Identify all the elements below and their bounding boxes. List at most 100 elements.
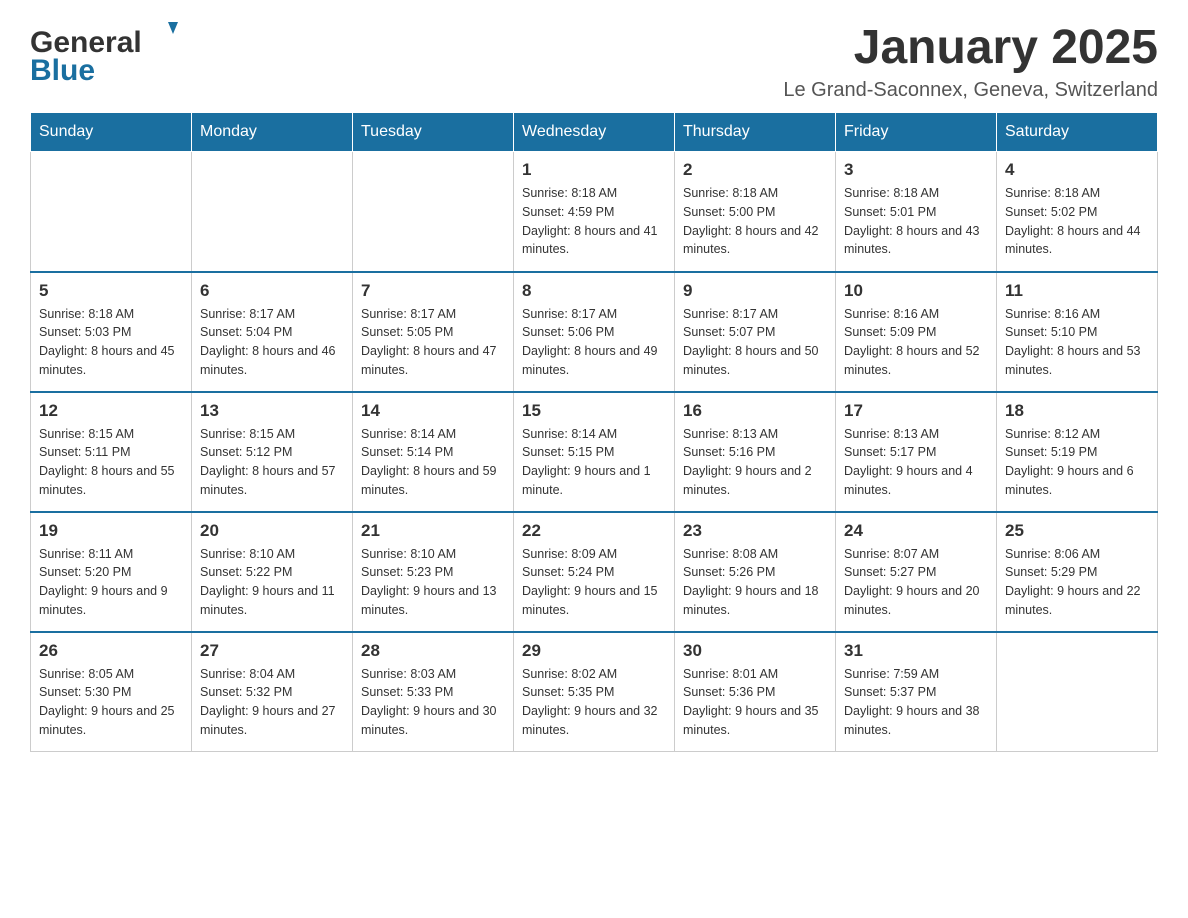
day-info: Sunrise: 8:18 AMSunset: 5:03 PMDaylight:… [39,305,183,380]
day-number: 29 [522,641,666,661]
day-info: Sunrise: 8:13 AMSunset: 5:17 PMDaylight:… [844,425,988,500]
table-row: 29 Sunrise: 8:02 AMSunset: 5:35 PMDayligh… [514,632,675,752]
day-info: Sunrise: 8:11 AMSunset: 5:20 PMDaylight:… [39,545,183,620]
month-title: January 2025 [783,20,1158,75]
day-number: 30 [683,641,827,661]
day-number: 8 [522,281,666,301]
day-info: Sunrise: 8:05 AMSunset: 5:30 PMDaylight:… [39,665,183,740]
day-number: 23 [683,521,827,541]
day-number: 7 [361,281,505,301]
day-info: Sunrise: 8:18 AMSunset: 4:59 PMDaylight:… [522,184,666,259]
table-row: 1 Sunrise: 8:18 AMSunset: 4:59 PMDaylight… [514,152,675,272]
day-info: Sunrise: 8:17 AMSunset: 5:05 PMDaylight:… [361,305,505,380]
day-number: 5 [39,281,183,301]
day-info: Sunrise: 8:04 AMSunset: 5:32 PMDaylight:… [200,665,344,740]
day-number: 31 [844,641,988,661]
day-info: Sunrise: 8:13 AMSunset: 5:16 PMDaylight:… [683,425,827,500]
day-info: Sunrise: 8:01 AMSunset: 5:36 PMDaylight:… [683,665,827,740]
day-number: 16 [683,401,827,421]
day-number: 13 [200,401,344,421]
calendar-week-3: 12 Sunrise: 8:15 AMSunset: 5:11 PMDayligh… [31,392,1158,512]
day-number: 18 [1005,401,1149,421]
table-row: 18 Sunrise: 8:12 AMSunset: 5:19 PMDayligh… [997,392,1158,512]
table-row: 23Sunrise: 8:08 AMSunset: 5:26 PMDayligh… [675,512,836,632]
col-friday: Friday [836,113,997,152]
day-number: 28 [361,641,505,661]
day-number: 9 [683,281,827,301]
title-section: January 2025 Le Grand-Saconnex, Geneva, … [783,20,1158,102]
calendar-week-4: 19 Sunrise: 8:11 AMSunset: 5:20 PMDayligh… [31,512,1158,632]
table-row [997,632,1158,752]
day-number: 22 [522,521,666,541]
day-number: 1 [522,160,666,180]
day-number: 17 [844,401,988,421]
table-row: 8 Sunrise: 8:17 AMSunset: 5:06 PMDaylight… [514,272,675,392]
table-row: 13 Sunrise: 8:15 AMSunset: 5:12 PMDayligh… [192,392,353,512]
logo: General Blue [30,20,190,90]
day-info: Sunrise: 8:02 AMSunset: 5:35 PMDaylight:… [522,665,666,740]
day-number: 24 [844,521,988,541]
col-sunday: Sunday [31,113,192,152]
table-row: 12 Sunrise: 8:15 AMSunset: 5:11 PMDayligh… [31,392,192,512]
table-row: 5 Sunrise: 8:18 AMSunset: 5:03 PMDaylight… [31,272,192,392]
day-number: 19 [39,521,183,541]
day-number: 2 [683,160,827,180]
day-info: Sunrise: 8:18 AMSunset: 5:00 PMDaylight:… [683,184,827,259]
day-info: Sunrise: 8:10 AMSunset: 5:23 PMDaylight:… [361,545,505,620]
day-info: Sunrise: 8:18 AMSunset: 5:01 PMDaylight:… [844,184,988,259]
table-row: 10Sunrise: 8:16 AMSunset: 5:09 PMDayligh… [836,272,997,392]
day-info: Sunrise: 8:15 AMSunset: 5:11 PMDaylight:… [39,425,183,500]
location: Le Grand-Saconnex, Geneva, Switzerland [783,79,1158,102]
table-row: 17 Sunrise: 8:13 AMSunset: 5:17 PMDayligh… [836,392,997,512]
table-row: 2 Sunrise: 8:18 AMSunset: 5:00 PMDaylight… [675,152,836,272]
table-row: 16 Sunrise: 8:13 AMSunset: 5:16 PMDayligh… [675,392,836,512]
day-number: 4 [1005,160,1149,180]
day-number: 20 [200,521,344,541]
day-number: 26 [39,641,183,661]
day-info: Sunrise: 8:17 AMSunset: 5:06 PMDaylight:… [522,305,666,380]
table-row: 6Sunrise: 8:17 AMSunset: 5:04 PMDaylight… [192,272,353,392]
day-number: 10 [844,281,988,301]
table-row [192,152,353,272]
table-row: 26 Sunrise: 8:05 AMSunset: 5:30 PMDayligh… [31,632,192,752]
calendar-week-2: 5 Sunrise: 8:18 AMSunset: 5:03 PMDaylight… [31,272,1158,392]
table-row: 27Sunrise: 8:04 AMSunset: 5:32 PMDayligh… [192,632,353,752]
day-info: Sunrise: 8:07 AMSunset: 5:27 PMDaylight:… [844,545,988,620]
table-row: 7 Sunrise: 8:17 AMSunset: 5:05 PMDaylight… [353,272,514,392]
day-number: 15 [522,401,666,421]
table-row: 15Sunrise: 8:14 AMSunset: 5:15 PMDayligh… [514,392,675,512]
table-row: 11 Sunrise: 8:16 AMSunset: 5:10 PMDayligh… [997,272,1158,392]
day-number: 25 [1005,521,1149,541]
table-row: 4Sunrise: 8:18 AMSunset: 5:02 PMDaylight… [997,152,1158,272]
day-number: 6 [200,281,344,301]
table-row: 21Sunrise: 8:10 AMSunset: 5:23 PMDayligh… [353,512,514,632]
table-row: 19 Sunrise: 8:11 AMSunset: 5:20 PMDayligh… [31,512,192,632]
calendar-table: Sunday Monday Tuesday Wednesday Thursday… [30,112,1158,752]
day-info: Sunrise: 8:15 AMSunset: 5:12 PMDaylight:… [200,425,344,500]
table-row: 3 Sunrise: 8:18 AMSunset: 5:01 PMDaylight… [836,152,997,272]
day-info: Sunrise: 8:14 AMSunset: 5:14 PMDaylight:… [361,425,505,500]
svg-text:Blue: Blue [30,54,95,87]
table-row: 31Sunrise: 7:59 AMSunset: 5:37 PMDayligh… [836,632,997,752]
table-row [31,152,192,272]
day-info: Sunrise: 8:12 AMSunset: 5:19 PMDaylight:… [1005,425,1149,500]
day-info: Sunrise: 8:16 AMSunset: 5:10 PMDaylight:… [1005,305,1149,380]
table-row [353,152,514,272]
page-header: General Blue January 2025 Le Grand-Sacon… [30,20,1158,102]
col-wednesday: Wednesday [514,113,675,152]
day-number: 14 [361,401,505,421]
table-row: 9 Sunrise: 8:17 AMSunset: 5:07 PMDaylight… [675,272,836,392]
col-saturday: Saturday [997,113,1158,152]
day-number: 11 [1005,281,1149,301]
col-thursday: Thursday [675,113,836,152]
day-info: Sunrise: 8:17 AMSunset: 5:07 PMDaylight:… [683,305,827,380]
day-number: 12 [39,401,183,421]
day-number: 3 [844,160,988,180]
table-row: 20 Sunrise: 8:10 AMSunset: 5:22 PMDayligh… [192,512,353,632]
table-row: 28Sunrise: 8:03 AMSunset: 5:33 PMDayligh… [353,632,514,752]
table-row: 25Sunrise: 8:06 AMSunset: 5:29 PMDayligh… [997,512,1158,632]
table-row: 22Sunrise: 8:09 AMSunset: 5:24 PMDayligh… [514,512,675,632]
calendar-week-5: 26 Sunrise: 8:05 AMSunset: 5:30 PMDayligh… [31,632,1158,752]
table-row: 24 Sunrise: 8:07 AMSunset: 5:27 PMDayligh… [836,512,997,632]
day-info: Sunrise: 8:10 AMSunset: 5:22 PMDaylight:… [200,545,344,620]
